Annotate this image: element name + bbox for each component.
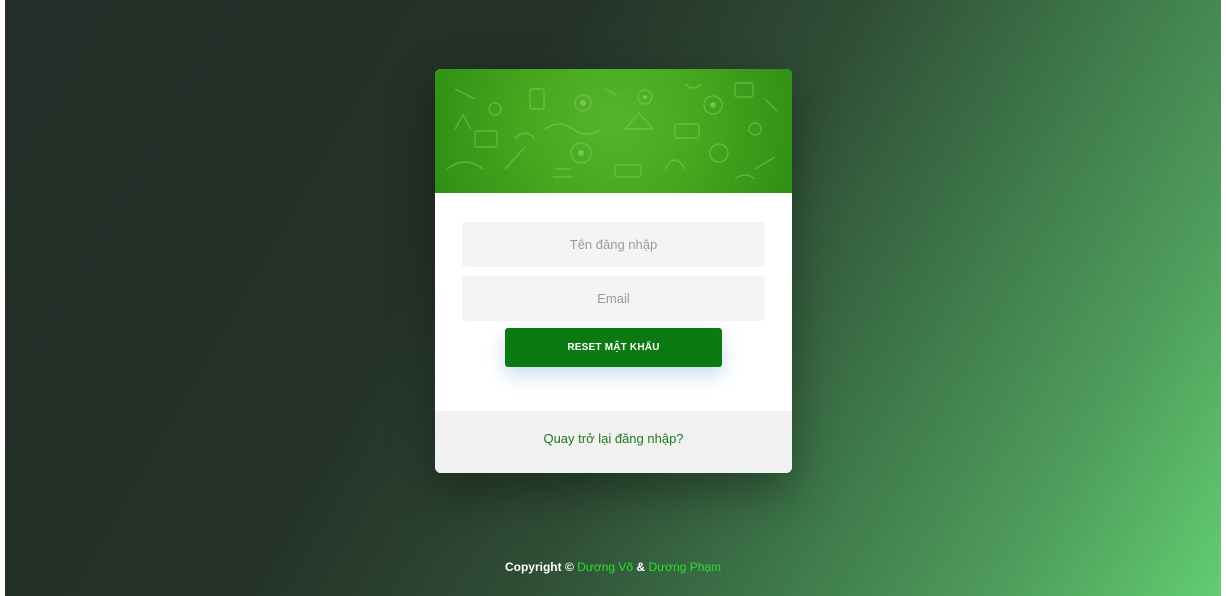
author-link-2[interactable]: Dương Phạm [648, 560, 721, 574]
copyright-prefix: Copyright © [504, 560, 574, 574]
back-to-login-link[interactable]: Quay trở lại đăng nhập? [435, 431, 792, 446]
reset-password-button[interactable]: RESET MẬT KHẨU [505, 328, 722, 367]
username-input[interactable] [462, 222, 765, 267]
reset-password-card: RESET MẬT KHẨU Quay trở lại đăng nhập? [435, 69, 792, 473]
copyright-separator: & [636, 560, 646, 574]
card-footer: Quay trở lại đăng nhập? [435, 411, 792, 473]
email-input[interactable] [462, 276, 765, 321]
education-doodle-pattern [446, 82, 778, 180]
page-background: RESET MẬT KHẨU Quay trở lại đăng nhập? C… [5, 0, 1221, 596]
copyright-footer: Copyright © Dương Võ & Dương Phạm [5, 560, 1221, 574]
card-header-banner [435, 69, 792, 193]
author-link-1[interactable]: Dương Võ [577, 560, 633, 574]
